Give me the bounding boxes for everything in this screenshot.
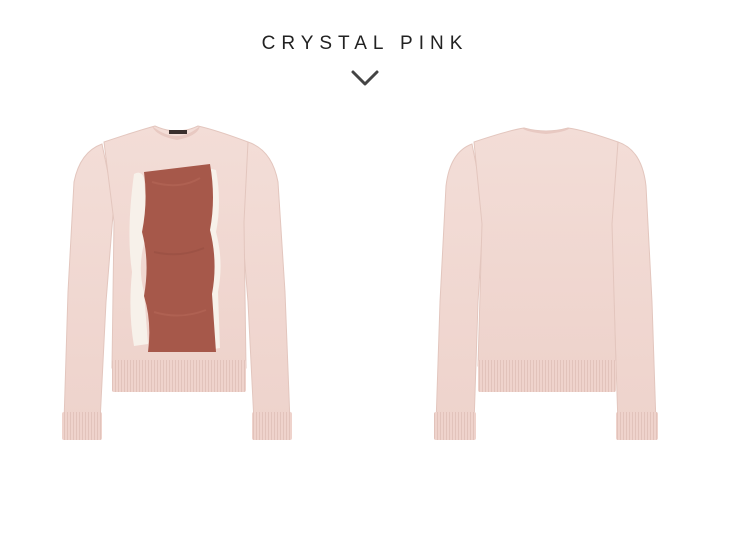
color-name-title: CRYSTAL PINK: [261, 33, 469, 54]
sweater-back-image: [380, 112, 710, 512]
chevron-down-icon[interactable]: [350, 69, 380, 89]
sweater-front-image: [40, 112, 370, 512]
product-color-section: CRYSTAL PINK: [0, 0, 730, 545]
